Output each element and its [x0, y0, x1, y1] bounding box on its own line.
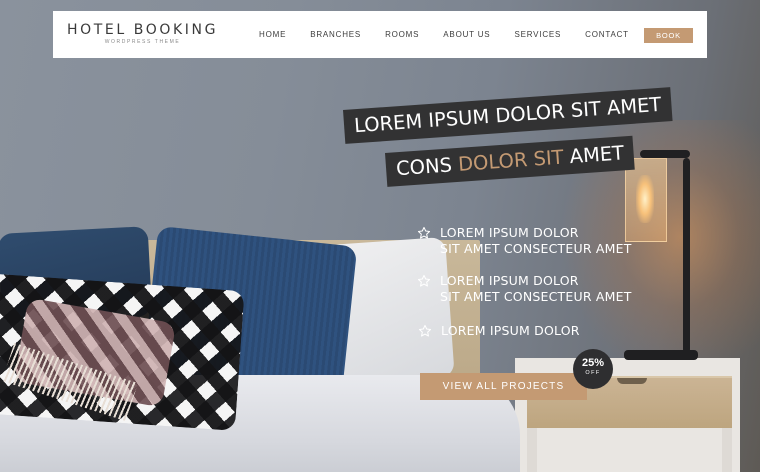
star-outline-icon — [417, 274, 431, 287]
feature-item: LOREM IPSUM DOLOR SIT AMET CONSECTEUR AM… — [417, 273, 632, 305]
headline-suffix: AMET — [562, 141, 625, 169]
feature-line1: LOREM IPSUM DOLOR — [441, 323, 580, 338]
headline-prefix: CONS — [395, 152, 459, 181]
nightstand-leg — [527, 428, 537, 472]
feature-line1: LOREM IPSUM DOLOR — [440, 273, 579, 288]
star-outline-icon — [417, 226, 431, 239]
nightstand-leg — [722, 428, 732, 472]
book-button[interactable]: BOOK — [644, 28, 693, 43]
feature-text: LOREM IPSUM DOLOR SIT AMET CONSECTEUR AM… — [440, 225, 632, 257]
feature-item: LOREM IPSUM DOLOR SIT AMET CONSECTEUR AM… — [417, 225, 632, 257]
lamp-arm — [640, 150, 690, 158]
nav-item-branches[interactable]: BRANCHES — [310, 30, 361, 39]
feature-text: LOREM IPSUM DOLOR SIT AMET CONSECTEUR AM… — [440, 273, 632, 305]
nav-item-contact[interactable]: CONTACT — [585, 30, 629, 39]
feature-item: LOREM IPSUM DOLOR — [418, 323, 580, 339]
nav-item-about-us[interactable]: ABOUT US — [443, 30, 490, 39]
discount-badge: 25% OFF — [573, 349, 613, 389]
feature-line2: SIT AMET CONSECTEUR AMET — [440, 241, 632, 256]
star-outline-icon — [418, 324, 432, 337]
nav-item-services[interactable]: SERVICES — [514, 30, 561, 39]
discount-value: 25% — [581, 357, 605, 369]
main-nav: HOME BRANCHES ROOMS ABOUT US SERVICES CO… — [259, 30, 629, 39]
site-logo[interactable]: HOTEL BOOKING WORDPRESS THEME — [67, 22, 218, 45]
feature-line1: LOREM IPSUM DOLOR — [440, 225, 579, 240]
lamp-pole — [683, 158, 690, 353]
nav-item-rooms[interactable]: ROOMS — [385, 30, 419, 39]
nav-item-home[interactable]: HOME — [259, 30, 286, 39]
headline-accent: DOLOR SIT — [457, 145, 565, 176]
lamp-bulb — [636, 175, 654, 223]
feature-text: LOREM IPSUM DOLOR — [441, 323, 580, 339]
site-header: HOTEL BOOKING WORDPRESS THEME HOME BRANC… — [53, 11, 707, 58]
feature-line2: SIT AMET CONSECTEUR AMET — [440, 289, 632, 304]
logo-title: HOTEL BOOKING — [67, 22, 219, 38]
logo-subtitle: WORDPRESS THEME — [104, 39, 181, 45]
view-all-projects-button[interactable]: VIEW ALL PROJECTS — [420, 373, 587, 400]
lamp-base — [624, 350, 698, 360]
drawer-handle — [617, 378, 647, 384]
discount-label: OFF — [585, 370, 601, 376]
hero-background-photo — [0, 0, 760, 472]
